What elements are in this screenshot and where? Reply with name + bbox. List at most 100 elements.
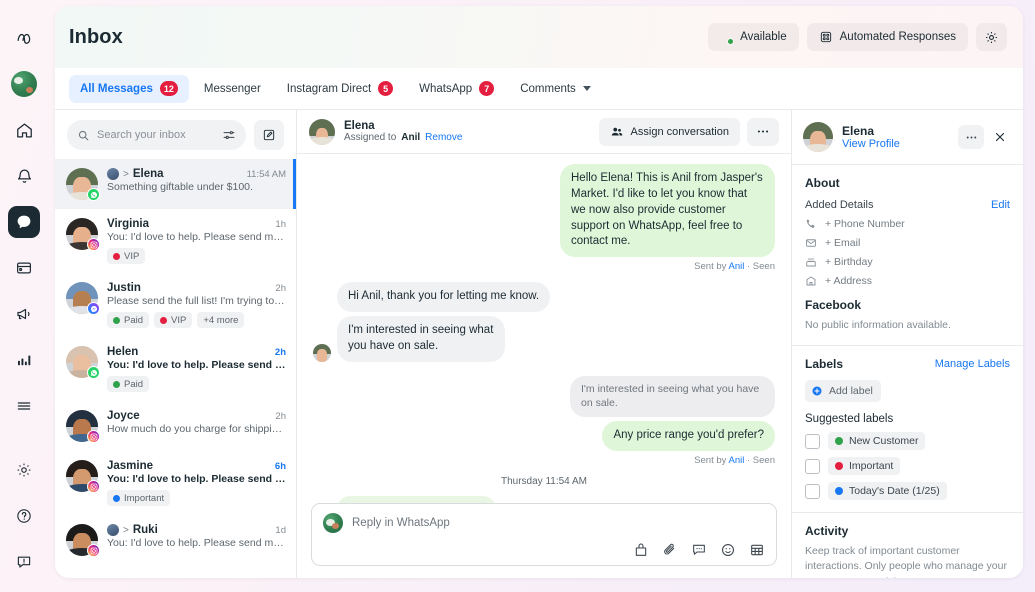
email-icon [806,239,816,247]
tab-badge: 12 [159,81,178,96]
add-address-row[interactable]: + Address [805,275,1010,287]
avatar [66,524,100,557]
panel-more-button[interactable] [958,125,984,149]
suggested-label-row[interactable]: Today's Date (1/25) [805,482,1010,501]
add-email-row[interactable]: + Email [805,237,1010,249]
sender-link[interactable]: Anil [729,455,745,466]
conversation-snippet: Please send the full list! I'm trying to… [107,295,286,307]
tab-instagram-direct[interactable]: Instagram Direct 5 [276,75,404,103]
manage-labels-link[interactable]: Manage Labels [935,358,1010,370]
home-icon[interactable] [8,114,40,146]
channel-badge-whatsapp [87,188,100,201]
label-checkbox[interactable] [805,458,820,474]
attachment-clip-icon[interactable] [662,542,678,558]
close-icon [995,132,1005,142]
suggested-label-row[interactable]: New Customer [805,432,1010,451]
avatar [309,118,335,145]
availability-status-button[interactable]: Available [708,23,799,51]
ads-megaphone-icon[interactable] [8,298,40,330]
tab-comments[interactable]: Comments [509,75,602,103]
conversation-header-row: Helen 2h [107,346,286,358]
conversation-item-virginia[interactable]: Virginia 1h You: I'd love to help. Pleas… [55,209,296,273]
compose-button[interactable] [254,120,284,150]
left-nav-rail [0,0,48,592]
avatar [66,410,100,443]
inbox-chat-icon[interactable] [8,206,40,238]
remove-assignment-link[interactable]: Remove [425,132,462,143]
meta-logo-icon[interactable] [8,22,40,54]
conversation-name: Elena [132,168,164,180]
chat-contact-name: Elena [344,120,375,132]
labels-header-row: Labels Manage Labels [805,357,1010,371]
emoji-icon[interactable] [720,542,736,558]
label-text: VIP [124,250,140,262]
quoted-message-bubble: I'm interested in seeing what you have o… [570,375,775,417]
feedback-icon[interactable] [8,546,40,578]
message-composer[interactable]: Reply in WhatsApp [311,503,777,566]
channel-badge-instagram [87,544,100,557]
panel-close-button[interactable] [988,125,1012,149]
conversation-body: Helen 2h You: I'd love to help. Please s… [107,346,286,392]
automation-icon [820,31,831,43]
add-phone-number-row[interactable]: + Phone Number [805,218,1010,230]
conversation-item-ruki[interactable]: > Ruki 1d You: I'd love to help. Please … [55,515,296,565]
conversation-time: 2h [274,346,286,358]
label-text: Paid [124,314,144,326]
conversation-item-helen[interactable]: Helen 2h You: I'd love to help. Please s… [55,337,296,401]
label-text: Today's Date (1/25) [849,485,940,498]
all-tools-menu-icon[interactable] [8,390,40,422]
tab-messenger[interactable]: Messenger [193,75,272,103]
settings-gear-icon[interactable] [8,454,40,486]
assign-conversation-button[interactable]: Assign conversation [598,117,740,146]
label-text: Important [849,460,894,473]
filter-sliders-icon[interactable] [222,128,236,142]
search-input[interactable]: Search your inbox [67,120,246,150]
view-profile-link[interactable]: View Profile [842,138,900,150]
sender-link[interactable]: Anil [729,261,745,272]
search-icon [78,130,89,140]
help-icon[interactable] [8,500,40,532]
conversation-header-row: Justin 2h [107,282,286,294]
chat-more-button[interactable] [747,117,779,146]
tab-whatsapp[interactable]: WhatsApp 7 [408,75,505,103]
tab-all-messages[interactable]: All Messages 12 [69,74,189,103]
add-address-label: + Address [825,275,872,287]
gift-bag-icon[interactable] [633,542,649,558]
activity-description: Keep track of important customer interac… [805,545,1007,578]
label-chip: VIP [107,248,146,264]
conversation-name: Joyce [107,410,140,422]
edit-details-link[interactable]: Edit [991,199,1010,211]
add-phone-number-label: + Phone Number [825,218,905,230]
conversation-list[interactable]: > Elena 11:54 AM Something giftable unde… [55,159,296,578]
saved-reply-icon[interactable] [691,542,707,558]
chevron-right-icon: > [123,168,129,180]
conversation-item-jasmine[interactable]: Jasmine 6h You: I'd love to help. Please… [55,451,296,515]
product-catalog-icon[interactable] [749,542,765,558]
automated-responses-label: Automated Responses [839,31,956,43]
account-avatar[interactable] [8,68,40,100]
add-label-button[interactable]: Add label [805,380,881,403]
conversation-item-joyce[interactable]: Joyce 2h How much do you charge for ship… [55,401,296,451]
label-checkbox[interactable] [805,483,820,499]
inbox-settings-button[interactable] [976,23,1007,51]
content-icon[interactable] [8,252,40,284]
conversation-body: Virginia 1h You: I'd love to help. Pleas… [107,218,286,264]
search-row: Search your inbox [55,110,296,159]
panel-body: About Added Details Edit + Phone Number [792,165,1023,578]
conversation-item-elena[interactable]: > Elena 11:54 AM Something giftable unde… [55,159,296,209]
activity-section: Activity Keep track of important custome… [792,513,1023,578]
suggested-labels-title: Suggested labels [805,413,894,426]
notifications-icon[interactable] [8,160,40,192]
more-dots-icon [757,130,769,133]
conversation-time: 11:54 AM [246,168,286,180]
insights-chart-icon[interactable] [8,344,40,376]
label-overflow-chip[interactable]: +4 more [197,312,245,328]
automated-responses-button[interactable]: Automated Responses [806,23,968,51]
message-bubble: I'm interested in seeing what you have o… [337,316,505,362]
suggested-label-row[interactable]: Important [805,457,1010,476]
tab-label: Messenger [203,82,261,95]
add-birthday-row[interactable]: + Birthday [805,256,1010,268]
label-checkbox[interactable] [805,433,820,449]
conversation-item-justin[interactable]: Justin 2h Please send the full list! I'm… [55,273,296,337]
address-icon [806,276,816,286]
